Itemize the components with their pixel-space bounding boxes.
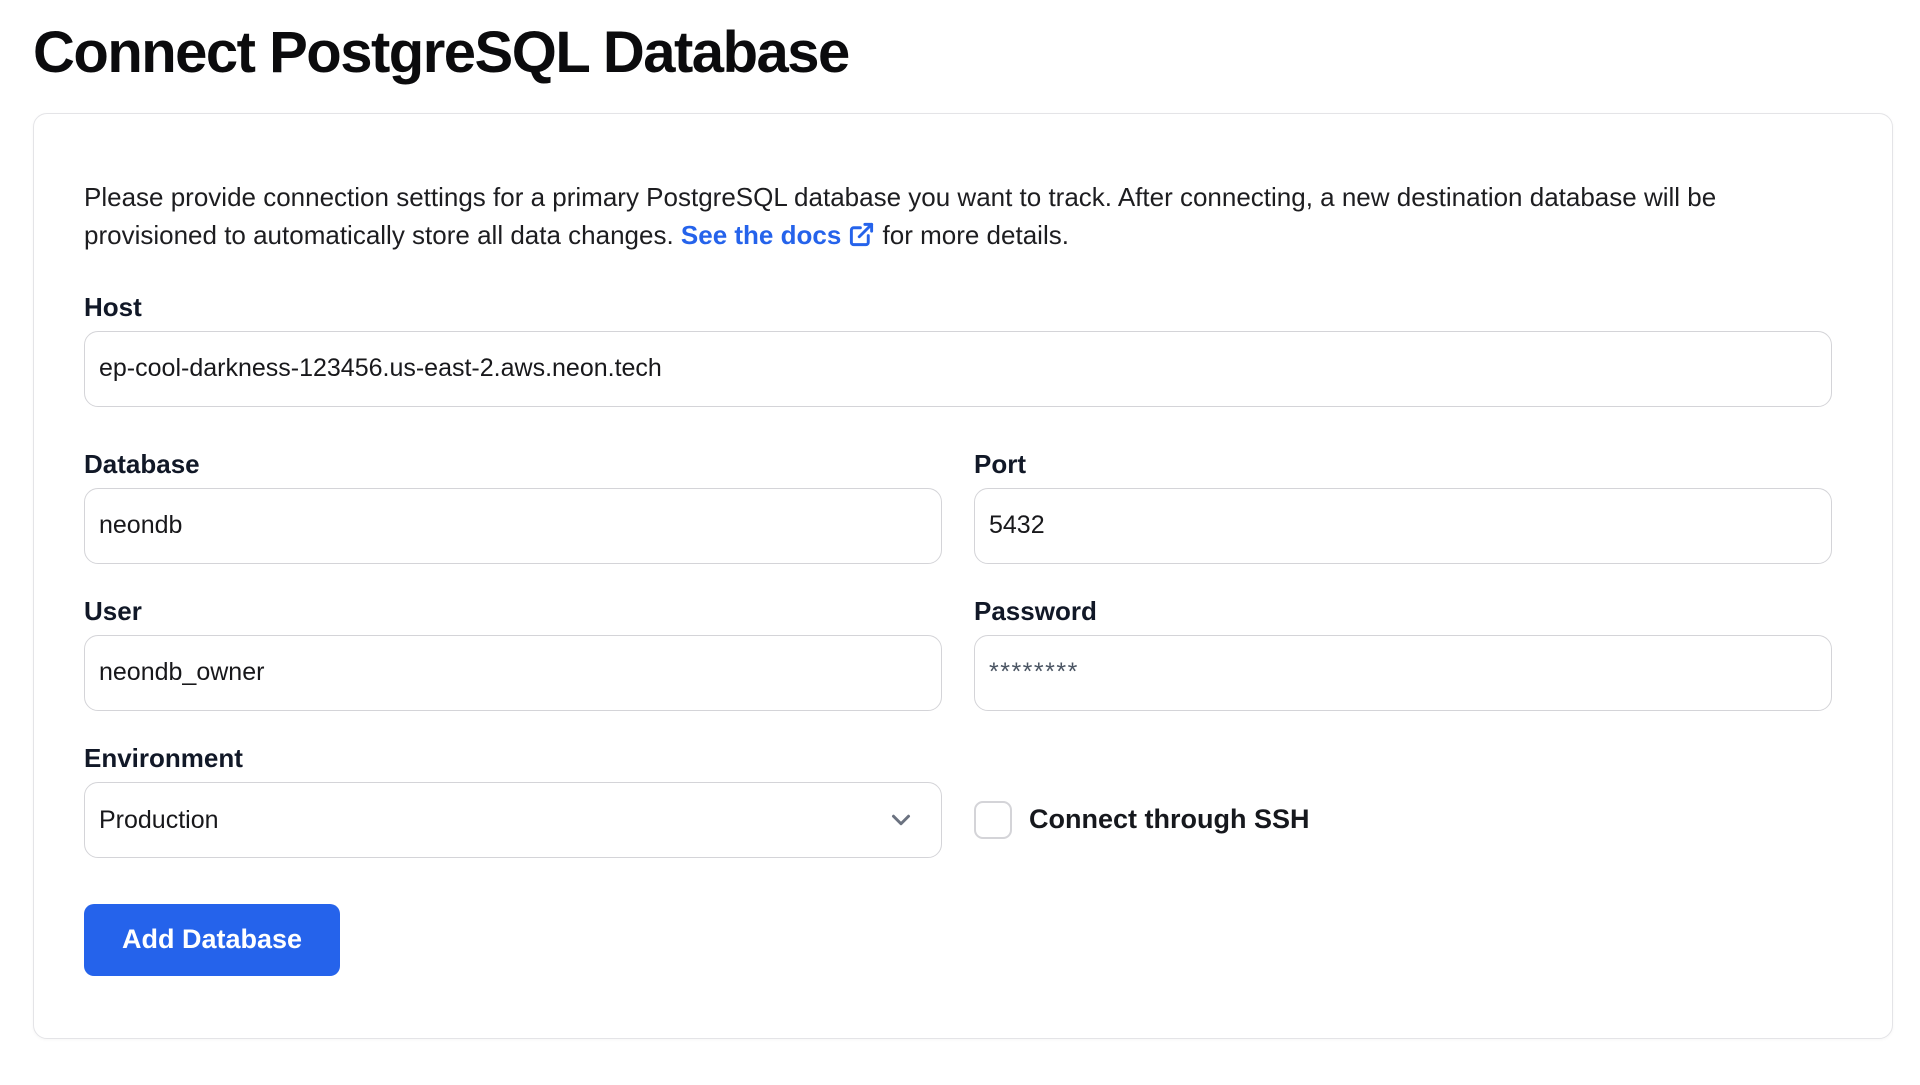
external-link-icon	[848, 221, 875, 248]
description-after-link: for more details.	[875, 220, 1069, 250]
see-the-docs-label: See the docs	[681, 220, 841, 250]
description-text: Please provide connection settings for a…	[84, 178, 1832, 254]
password-field-group: Password	[974, 596, 1832, 711]
password-label: Password	[974, 596, 1832, 626]
port-field-group: Port	[974, 449, 1832, 564]
ssh-checkbox-label: Connect through SSH	[1029, 806, 1309, 833]
database-field-group: Database	[84, 449, 942, 564]
database-label: Database	[84, 449, 942, 479]
user-input[interactable]	[84, 635, 942, 711]
host-field-group: Host	[84, 292, 1832, 407]
host-input[interactable]	[84, 331, 1832, 407]
database-input[interactable]	[84, 488, 942, 564]
user-field-group: User	[84, 596, 942, 711]
ssh-checkbox[interactable]	[974, 801, 1012, 839]
environment-ssh-row: Environment Production Connect through S…	[84, 743, 1832, 858]
environment-label: Environment	[84, 743, 942, 773]
user-password-row: User Password	[84, 596, 1832, 711]
database-port-row: Database Port	[84, 449, 1832, 564]
add-database-button[interactable]: Add Database	[84, 904, 340, 976]
port-input[interactable]	[974, 488, 1832, 564]
host-label: Host	[84, 292, 1832, 322]
connection-form-card: Please provide connection settings for a…	[33, 113, 1893, 1039]
environment-field-group: Environment Production	[84, 743, 942, 858]
page-title: Connect PostgreSQL Database	[33, 20, 1920, 87]
password-input[interactable]	[974, 635, 1832, 711]
environment-select[interactable]: Production	[84, 782, 942, 858]
ssh-checkbox-row: Connect through SSH	[974, 782, 1832, 858]
port-label: Port	[974, 449, 1832, 479]
user-label: User	[84, 596, 942, 626]
environment-select-wrap: Production	[84, 782, 942, 858]
see-the-docs-link[interactable]: See the docs	[681, 220, 875, 250]
